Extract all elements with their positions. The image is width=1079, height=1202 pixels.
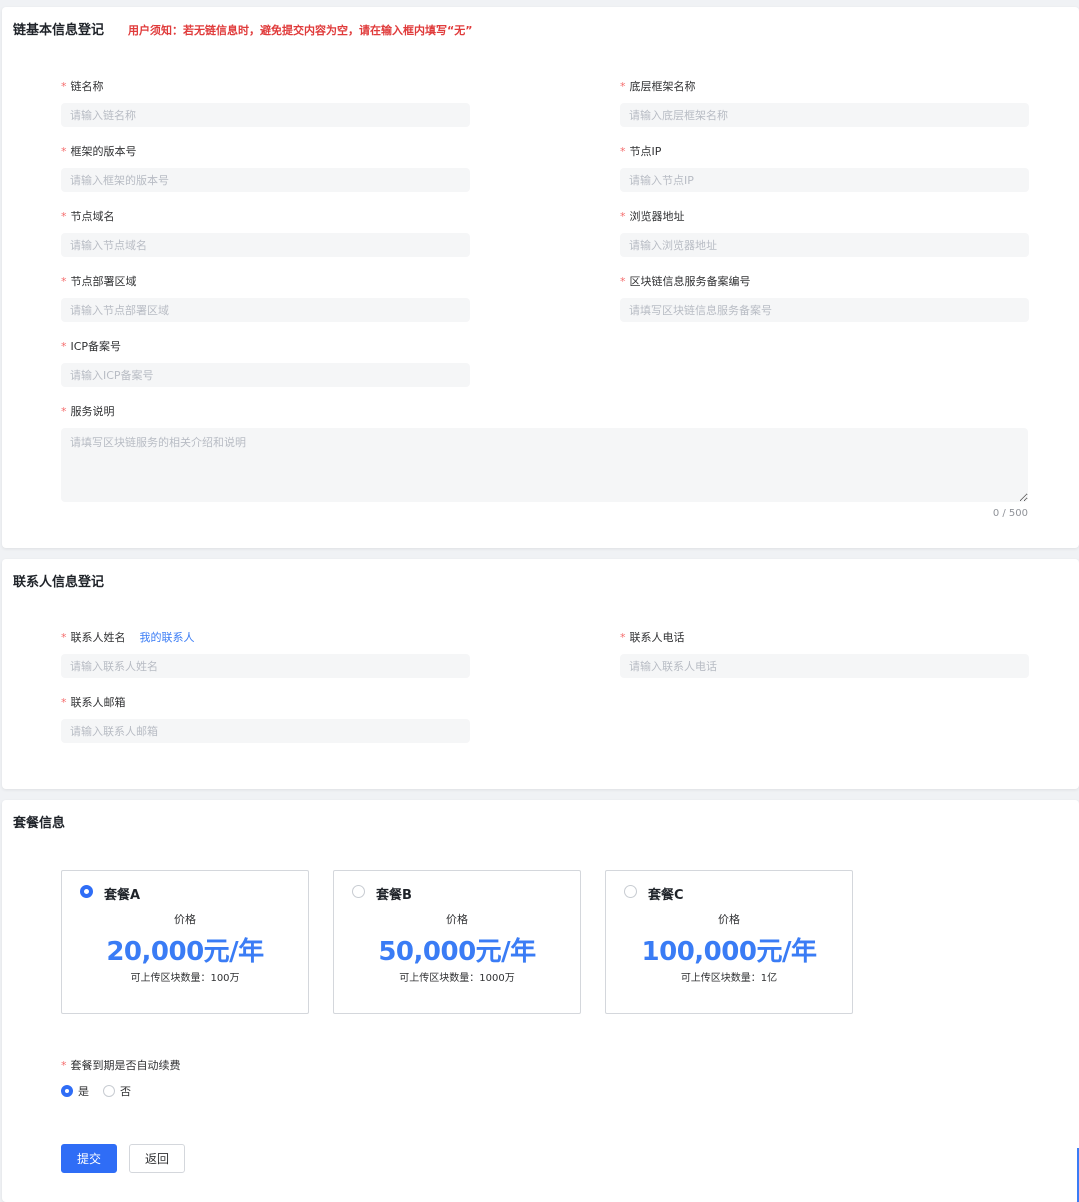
basic-info-card: 链基本信息登记 用户须知：若无链信息时，避免提交内容为空，请在输入框内填写“无”… [2,7,1079,548]
required-mark: * [620,145,626,158]
basic-info-title: 链基本信息登记 [13,23,105,38]
contact-phone-input[interactable] [620,654,1029,678]
contact-info-header: 联系人信息登记 [13,571,104,590]
framework-version-label: 框架的版本号 [70,145,137,158]
required-mark: * [61,80,67,93]
plan-price: 50,000元/年 [378,937,536,967]
auto-renew-radio-group: 是 否 [61,1083,145,1099]
required-mark: * [61,210,67,223]
field-service-description: *服务说明 0 / 500 [61,404,1028,524]
contact-name-input[interactable] [61,654,470,678]
field-framework-version: * 框架的版本号 [61,144,470,192]
package-info-card: 套餐信息 套餐A 价格 20,000元/年 可上传区块数量：100万 套餐B 价… [2,800,1079,1202]
node-ip-label: 节点IP [629,145,662,158]
field-filing-number: * 区块链信息服务备案编号 [620,274,1029,322]
required-mark: * [61,405,67,418]
plan-card-b[interactable]: 套餐B 价格 50,000元/年 可上传区块数量：1000万 [333,870,581,1014]
browser-url-input[interactable] [620,233,1029,257]
service-description-label: 服务说明 [70,405,115,418]
filing-number-label: 区块链信息服务备案编号 [629,275,751,288]
char-counter: 0 / 500 [992,508,1028,519]
required-mark: * [61,631,67,644]
field-contact-name: * 联系人姓名 我的联系人 [61,630,470,678]
plan-quota: 可上传区块数量：1000万 [399,973,515,984]
node-domain-label: 节点域名 [70,210,115,223]
required-mark: * [61,696,67,709]
required-mark: * [61,340,67,353]
field-contact-phone: * 联系人电话 [620,630,1029,678]
required-mark: * [61,145,67,158]
field-contact-email: * 联系人邮箱 [61,695,470,743]
required-mark: * [61,275,67,288]
package-info-header: 套餐信息 [13,812,65,831]
filing-number-input[interactable] [620,298,1029,322]
submit-button[interactable]: 提交 [61,1144,117,1173]
framework-name-input[interactable] [620,103,1029,127]
auto-renew-label-text: 套餐到期是否自动续费 [70,1059,181,1072]
plan-quota: 可上传区块数量：1亿 [680,973,778,984]
contact-name-label: 联系人姓名 [70,631,126,644]
icp-number-label: ICP备案号 [70,340,122,353]
plan-card-c[interactable]: 套餐C 价格 100,000元/年 可上传区块数量：1亿 [605,870,853,1014]
node-domain-input[interactable] [61,233,470,257]
deploy-region-label: 节点部署区域 [70,275,137,288]
my-contacts-link[interactable]: 我的联系人 [140,630,195,646]
radio-checked-icon[interactable] [80,885,93,898]
plan-price: 20,000元/年 [106,937,264,967]
chain-name-input[interactable] [61,103,470,127]
field-deploy-region: * 节点部署区域 [61,274,470,322]
contact-phone-label: 联系人电话 [629,631,685,644]
field-framework-name: * 底层框架名称 [620,79,1029,127]
auto-renew-no-label: 否 [120,1085,131,1098]
required-mark: * [620,275,626,288]
plan-price-label: 价格 [446,913,468,926]
auto-renew-yes-label: 是 [78,1085,89,1098]
field-icp-number: * ICP备案号 [61,339,470,387]
field-browser-url: * 浏览器地址 [620,209,1029,257]
required-mark: * [61,1058,67,1072]
contact-info-title: 联系人信息登记 [13,575,105,590]
required-mark: * [620,80,626,93]
package-info-title: 套餐信息 [13,816,66,831]
field-node-domain: * 节点域名 [61,209,470,257]
field-node-ip: * 节点IP [620,144,1029,192]
radio-unchecked-icon[interactable] [103,1085,115,1097]
auto-renew-no[interactable]: 否 [103,1083,131,1099]
auto-renew-yes[interactable]: 是 [61,1083,89,1099]
required-mark: * [620,631,626,644]
radio-unchecked-icon[interactable] [624,885,637,898]
required-mark: * [620,210,626,223]
back-button[interactable]: 返回 [129,1144,185,1173]
user-notice: 用户须知：若无链信息时，避免提交内容为空，请在输入框内填写“无” [128,24,473,37]
plan-name: 套餐B [376,888,412,903]
plan-price: 100,000元/年 [641,937,817,967]
radio-unchecked-icon[interactable] [352,885,365,898]
contact-info-card: 联系人信息登记 * 联系人姓名 我的联系人 *联系人电话 *联系人邮箱 [2,559,1079,789]
plan-price-label: 价格 [174,913,196,926]
browser-url-label: 浏览器地址 [629,210,685,223]
node-ip-input[interactable] [620,168,1029,192]
plan-quota: 可上传区块数量：100万 [130,973,240,984]
deploy-region-input[interactable] [61,298,470,322]
contact-email-input[interactable] [61,719,470,743]
auto-renew-label: * 套餐到期是否自动续费 [61,1057,181,1073]
radio-checked-icon[interactable] [61,1085,73,1097]
field-chain-name: * 链名称 [61,79,470,127]
plan-name: 套餐C [648,888,684,903]
chain-name-label: 链名称 [70,80,104,93]
plan-card-a[interactable]: 套餐A 价格 20,000元/年 可上传区块数量：100万 [61,870,309,1014]
plan-price-label: 价格 [718,913,740,926]
framework-name-label: 底层框架名称 [629,80,696,93]
service-description-textarea[interactable] [61,428,1028,502]
icp-number-input[interactable] [61,363,470,387]
basic-info-header: 链基本信息登记 用户须知：若无链信息时，避免提交内容为空，请在输入框内填写“无” [13,19,472,38]
plan-name: 套餐A [104,888,141,903]
contact-email-label: 联系人邮箱 [70,696,126,709]
framework-version-input[interactable] [61,168,470,192]
page: 链基本信息登记 用户须知：若无链信息时，避免提交内容为空，请在输入框内填写“无”… [0,0,1079,1202]
